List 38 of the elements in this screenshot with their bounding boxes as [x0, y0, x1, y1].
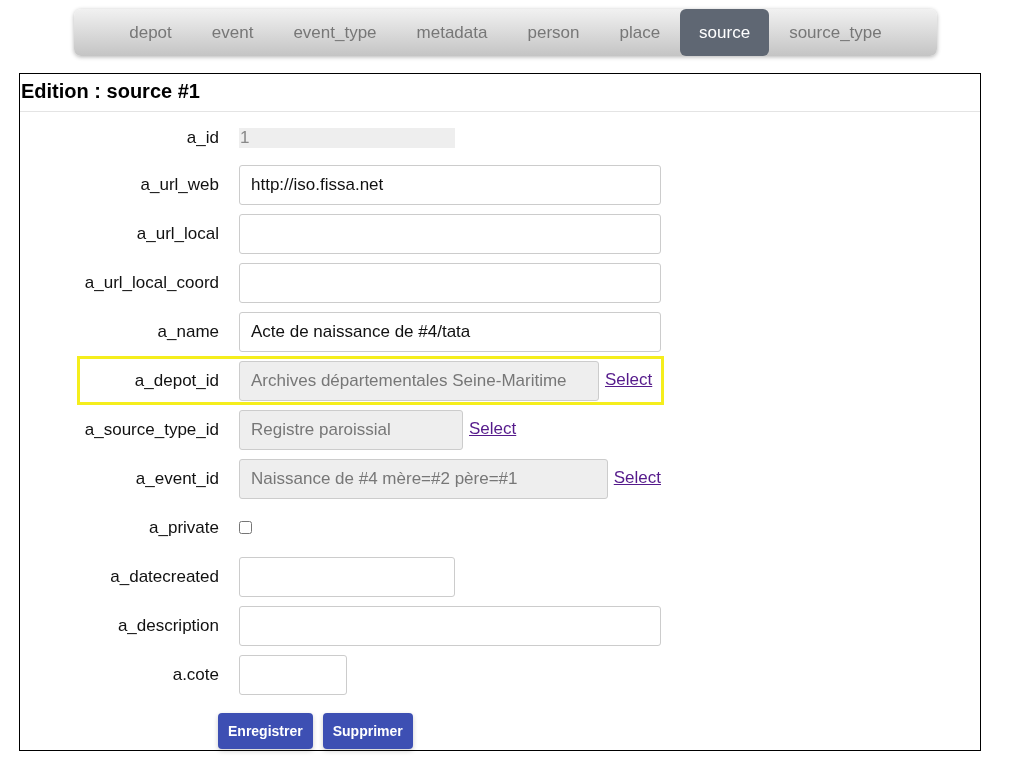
input-field[interactable]: Acte de naissance de #4/tata [239, 311, 661, 352]
readonly-field[interactable]: Registre paroissial [239, 409, 463, 450]
field-label: a_source_type_id [83, 419, 220, 440]
input-field[interactable] [239, 213, 661, 254]
nav-tab[interactable]: event_type [273, 10, 397, 55]
field-label: a_private [148, 517, 220, 538]
select-link[interactable]: Select [605, 369, 653, 390]
select-link[interactable]: Select [613, 467, 661, 488]
nav-tab[interactable]: metadata [396, 10, 508, 55]
nav-tab[interactable]: source_type [769, 10, 902, 55]
field-label: a_datecreated [109, 566, 220, 587]
nav-tab[interactable]: person [507, 10, 600, 55]
field-label: a_depot_id [133, 370, 220, 391]
field-label: a_url_web [139, 174, 220, 195]
input-field[interactable] [239, 654, 347, 695]
readonly-field[interactable]: Naissance de #4 mère=#2 père=#1 [239, 458, 608, 499]
input-field[interactable] [239, 605, 661, 646]
form-button[interactable]: Supprimer [322, 713, 413, 749]
input-field[interactable]: http://iso.fissa.net [239, 164, 661, 205]
nav-tab[interactable]: event [191, 10, 274, 55]
select-link[interactable]: Select [469, 418, 517, 439]
nav-tab[interactable]: source [680, 9, 770, 56]
checkbox[interactable] [239, 521, 252, 534]
field-label: a_description [116, 615, 220, 636]
input-field[interactable] [239, 262, 661, 303]
field-label: a_url_local_coord [83, 272, 220, 293]
id-value: 1 [239, 128, 455, 148]
form-title: Edition : source #1 [20, 74, 980, 112]
readonly-field[interactable]: Archives départementales Seine-Maritime [239, 360, 599, 401]
field-label: a_id [185, 128, 220, 148]
input-field[interactable] [239, 556, 455, 597]
field-label: a_event_id [134, 468, 220, 489]
field-label: a.cote [171, 664, 220, 685]
nav-tab[interactable]: place [599, 10, 681, 55]
form-button[interactable]: Enregistrer [218, 713, 313, 749]
field-label: a_url_local [135, 223, 220, 244]
field-label: a_name [156, 321, 220, 342]
nav-tab[interactable]: depot [109, 10, 192, 55]
